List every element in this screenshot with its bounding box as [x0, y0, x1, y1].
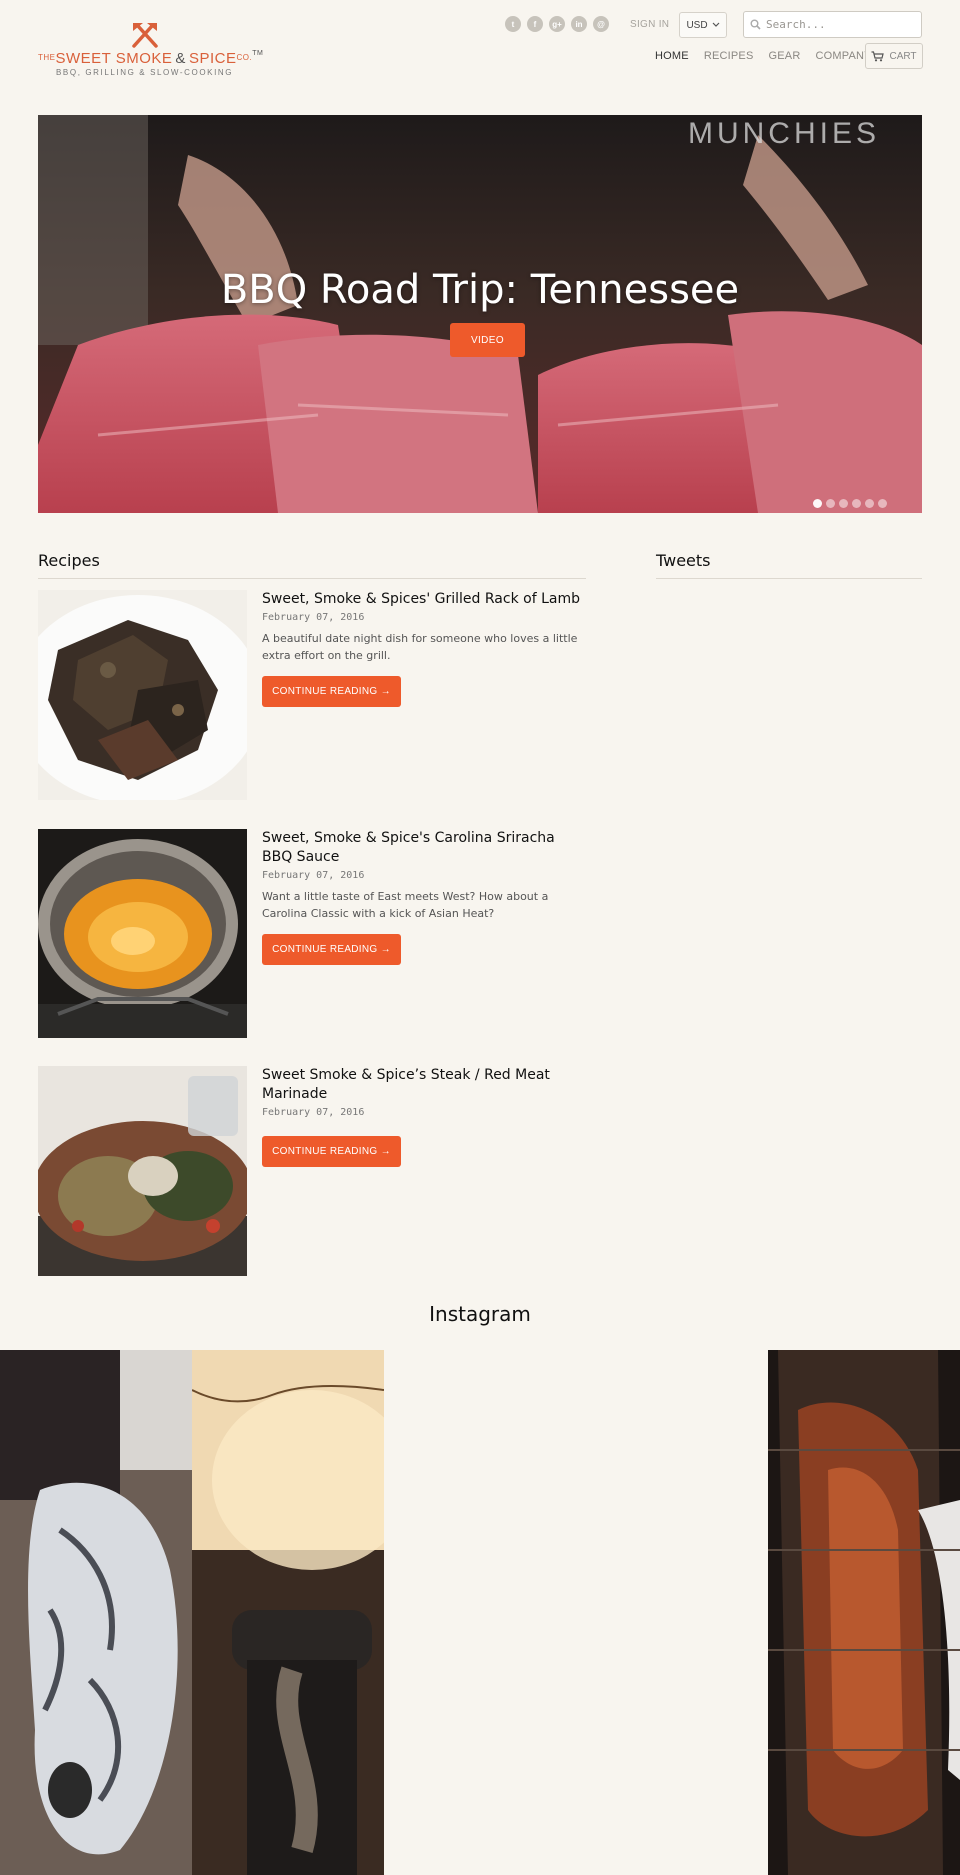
post-excerpt: Want a little taste of East meets West? …: [262, 890, 549, 920]
post-date: February 07, 2016: [262, 1107, 365, 1118]
email-icon[interactable]: @: [593, 16, 609, 32]
slide-dot[interactable]: [865, 499, 874, 508]
chevron-down-icon: [712, 22, 719, 27]
slide-dot[interactable]: [826, 499, 835, 508]
tweets-divider: [656, 578, 922, 579]
slide-dot[interactable]: [878, 499, 887, 508]
post-date: February 07, 2016: [262, 870, 365, 881]
continue-reading-button[interactable]: CONTINUE READING →: [262, 934, 401, 965]
twitter-icon[interactable]: t: [505, 16, 521, 32]
recipes-heading: Recipes: [38, 551, 100, 570]
google-plus-icon[interactable]: g+: [549, 16, 565, 32]
crossed-axes-icon: [132, 23, 158, 48]
social-links: t f g+ in @: [505, 16, 609, 32]
list-item: Sweet Smoke & Spice’s Steak / Red Meat M…: [38, 1066, 586, 1276]
logo-tagline: BBQ, GRILLING & SLOW-COOKING: [56, 68, 234, 77]
instagram-photo[interactable]: [0, 1350, 192, 1875]
main-nav: HOME RECIPES GEAR COMPANY: [655, 50, 887, 62]
continue-reading-button[interactable]: CONTINUE READING →: [262, 1136, 401, 1167]
slide-dot[interactable]: [839, 499, 848, 508]
search-box[interactable]: [743, 11, 922, 38]
cart-icon: [871, 50, 885, 61]
post-thumbnail[interactable]: [38, 1066, 247, 1276]
instagram-heading: Instagram: [429, 1302, 531, 1326]
search-input[interactable]: [766, 18, 916, 31]
post-title[interactable]: Sweet, Smoke & Spices' Grilled Rack of L…: [262, 590, 586, 609]
post-thumbnail[interactable]: [38, 829, 247, 1038]
currency-value: USD: [686, 19, 708, 31]
hero-video-button[interactable]: VIDEO: [450, 323, 525, 357]
logo-wordmark: THESWEET SMOKE & SPICECO.TM: [38, 50, 264, 67]
instagram-photo[interactable]: [192, 1350, 384, 1875]
slide-dot[interactable]: [813, 499, 822, 508]
hero-image: [38, 115, 922, 513]
site-logo[interactable]: THESWEET SMOKE & SPICECO.TM BBQ, GRILLING …: [38, 20, 263, 80]
post-title[interactable]: Sweet Smoke & Spice’s Steak / Red Meat M…: [262, 1066, 586, 1104]
sign-in-link[interactable]: SIGN IN: [630, 19, 669, 30]
nav-company[interactable]: COMPANY: [816, 50, 872, 62]
post-thumbnail[interactable]: [38, 590, 247, 800]
currency-select[interactable]: USD: [679, 12, 727, 38]
post-title[interactable]: Sweet, Smoke & Spice's Carolina Sriracha…: [262, 829, 586, 867]
post-date: February 07, 2016: [262, 612, 365, 623]
nav-gear[interactable]: GEAR: [769, 50, 801, 62]
continue-reading-button[interactable]: CONTINUE READING →: [262, 676, 401, 707]
list-item: Sweet, Smoke & Spice's Carolina Sriracha…: [38, 829, 586, 1038]
instagram-photo[interactable]: [768, 1350, 960, 1875]
facebook-icon[interactable]: f: [527, 16, 543, 32]
list-item: Sweet, Smoke & Spices' Grilled Rack of L…: [38, 590, 586, 800]
linkedin-icon[interactable]: in: [571, 16, 587, 32]
cart-button[interactable]: CART: [865, 43, 923, 69]
hero-title: BBQ Road Trip: Tennessee: [220, 267, 740, 313]
cart-label: CART: [889, 50, 917, 62]
nav-home[interactable]: HOME: [655, 50, 689, 62]
slide-dots: [813, 499, 887, 508]
search-icon: [744, 19, 766, 30]
nav-recipes[interactable]: RECIPES: [704, 50, 754, 62]
recipes-divider: [38, 578, 586, 579]
slide-dot[interactable]: [852, 499, 861, 508]
tweets-heading: Tweets: [656, 551, 711, 570]
post-excerpt: A beautiful date night dish for someone …: [262, 632, 578, 662]
hero-watermark: MUNCHIES: [687, 117, 880, 150]
hero-slideshow[interactable]: MUNCHIES BBQ Road Trip: Tennessee VIDEO: [38, 115, 922, 513]
